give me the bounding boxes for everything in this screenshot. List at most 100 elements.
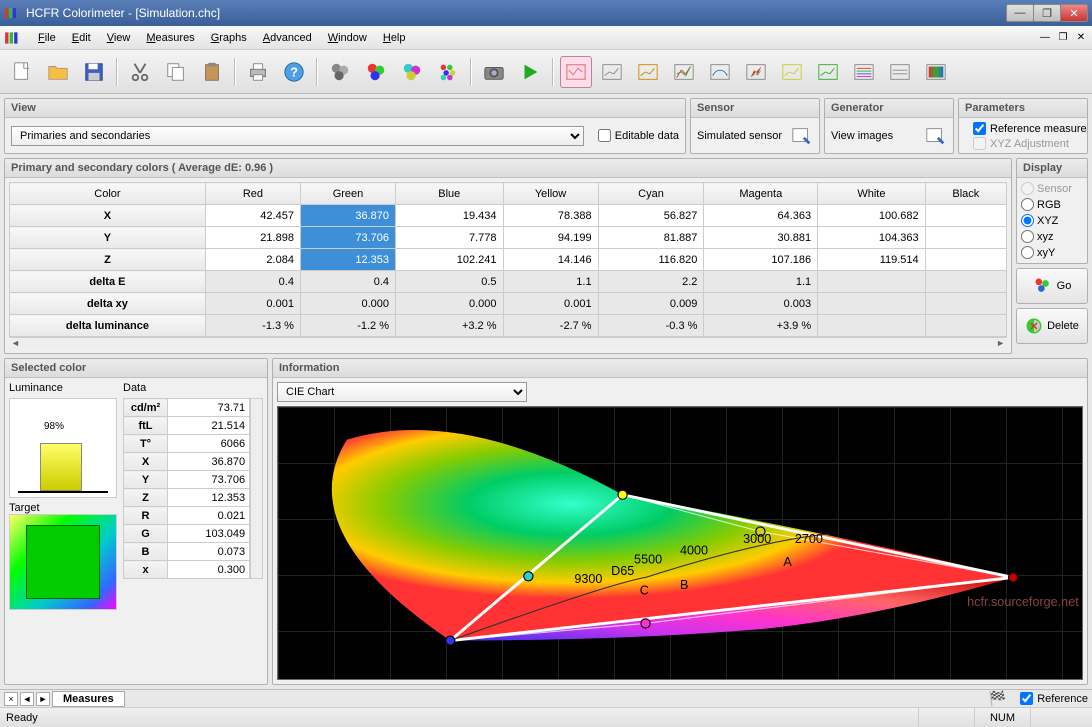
chart-btn-5[interactable] xyxy=(704,56,736,88)
sc-cell[interactable]: 6066 xyxy=(168,435,250,453)
col-header[interactable]: Cyan xyxy=(598,183,704,205)
chart-btn-7[interactable] xyxy=(776,56,808,88)
table-cell[interactable]: 78.388 xyxy=(503,205,598,227)
chart-btn-4[interactable] xyxy=(668,56,700,88)
menu-edit[interactable]: Edit xyxy=(64,30,99,46)
table-cell[interactable]: 100.682 xyxy=(818,205,926,227)
row-header[interactable]: delta luminance xyxy=(10,315,206,337)
sc-cell[interactable]: Y xyxy=(124,471,168,489)
maximize-button[interactable]: ❐ xyxy=(1033,4,1061,22)
table-hscroll[interactable]: ◄► xyxy=(9,337,1007,349)
table-cell[interactable] xyxy=(818,315,926,337)
table-cell[interactable]: 119.514 xyxy=(818,249,926,271)
xyz-adjustment-checkbox[interactable]: XYZ Adjustment xyxy=(973,137,1069,150)
sc-cell[interactable]: X xyxy=(124,453,168,471)
col-header[interactable]: Yellow xyxy=(503,183,598,205)
paste-button[interactable] xyxy=(196,56,228,88)
table-cell[interactable]: 64.363 xyxy=(704,205,818,227)
table-cell[interactable] xyxy=(925,227,1006,249)
chart-btn-10[interactable] xyxy=(884,56,916,88)
delete-button[interactable]: Delete xyxy=(1016,308,1088,344)
mdi-minimize[interactable]: — xyxy=(1038,31,1052,45)
cut-button[interactable] xyxy=(124,56,156,88)
sc-cell[interactable]: 73.706 xyxy=(168,471,250,489)
new-button[interactable] xyxy=(6,56,38,88)
table-cell[interactable]: 2.2 xyxy=(598,271,704,293)
table-cell[interactable]: -0.3 % xyxy=(598,315,704,337)
col-header[interactable]: Green xyxy=(300,183,395,205)
sc-cell[interactable]: x xyxy=(124,561,168,579)
table-cell[interactable]: 102.241 xyxy=(396,249,504,271)
chart-btn-1[interactable] xyxy=(560,56,592,88)
sc-cell[interactable]: cd/m² xyxy=(124,399,168,417)
table-cell[interactable]: 1.1 xyxy=(503,271,598,293)
sc-cell[interactable]: Z xyxy=(124,489,168,507)
col-header[interactable]: Black xyxy=(925,183,1006,205)
col-header[interactable]: Blue xyxy=(396,183,504,205)
table-cell[interactable]: 0.001 xyxy=(503,293,598,315)
display-radio-xyz[interactable]: xyz xyxy=(1021,230,1054,243)
table-cell[interactable]: +3.2 % xyxy=(396,315,504,337)
sc-cell[interactable]: G xyxy=(124,525,168,543)
chart-btn-9[interactable] xyxy=(848,56,880,88)
row-header[interactable]: Y xyxy=(10,227,206,249)
table-cell[interactable]: 12.353 xyxy=(300,249,395,271)
row-header[interactable]: delta E xyxy=(10,271,206,293)
table-cell[interactable]: 30.881 xyxy=(704,227,818,249)
table-cell[interactable]: 36.870 xyxy=(300,205,395,227)
menu-advanced[interactable]: Advanced xyxy=(255,30,320,46)
open-button[interactable] xyxy=(42,56,74,88)
table-cell[interactable]: 0.000 xyxy=(300,293,395,315)
tab-next[interactable]: ► xyxy=(36,692,50,706)
table-cell[interactable]: 19.434 xyxy=(396,205,504,227)
sc-cell[interactable]: T° xyxy=(124,435,168,453)
table-cell[interactable]: 107.186 xyxy=(704,249,818,271)
table-cell[interactable]: 42.457 xyxy=(205,205,300,227)
sc-cell[interactable]: 103.049 xyxy=(168,525,250,543)
table-cell[interactable]: 0.000 xyxy=(396,293,504,315)
tab-close[interactable]: × xyxy=(4,692,18,706)
col-header[interactable]: Color xyxy=(10,183,206,205)
cmy-spheres-icon[interactable] xyxy=(396,56,428,88)
col-header[interactable]: White xyxy=(818,183,926,205)
table-cell[interactable] xyxy=(925,315,1006,337)
sc-cell[interactable]: 0.073 xyxy=(168,543,250,561)
row-header[interactable]: Z xyxy=(10,249,206,271)
sc-cell[interactable]: 12.353 xyxy=(168,489,250,507)
sc-cell[interactable]: 0.021 xyxy=(168,507,250,525)
menu-measures[interactable]: Measures xyxy=(138,30,202,46)
table-cell[interactable]: 0.5 xyxy=(396,271,504,293)
rgb-spheres-icon[interactable] xyxy=(360,56,392,88)
chart-btn-6[interactable] xyxy=(740,56,772,88)
table-cell[interactable]: 14.146 xyxy=(503,249,598,271)
table-cell[interactable]: 104.363 xyxy=(818,227,926,249)
sc-cell[interactable]: ftL xyxy=(124,417,168,435)
table-cell[interactable]: 73.706 xyxy=(300,227,395,249)
table-cell[interactable]: 94.199 xyxy=(503,227,598,249)
display-radio-rgb[interactable]: RGB xyxy=(1021,198,1061,211)
display-radio-xyz[interactable]: XYZ xyxy=(1021,214,1058,227)
row-header[interactable]: X xyxy=(10,205,206,227)
minimize-button[interactable]: — xyxy=(1006,4,1034,22)
print-button[interactable] xyxy=(242,56,274,88)
camera-button[interactable] xyxy=(478,56,510,88)
table-cell[interactable]: 0.4 xyxy=(205,271,300,293)
tab-measures[interactable]: Measures xyxy=(52,691,125,707)
table-cell[interactable] xyxy=(925,249,1006,271)
mdi-restore[interactable]: ❐ xyxy=(1056,31,1070,45)
sc-cell[interactable]: 0.300 xyxy=(168,561,250,579)
menu-file[interactable]: File xyxy=(30,30,64,46)
selected-data-vscroll[interactable] xyxy=(250,398,263,579)
view-dropdown[interactable]: Primaries and secondaries xyxy=(11,126,584,146)
table-cell[interactable]: 0.4 xyxy=(300,271,395,293)
menu-help[interactable]: Help xyxy=(375,30,414,46)
help-button[interactable]: ? xyxy=(278,56,310,88)
row-header[interactable]: delta xy xyxy=(10,293,206,315)
table-cell[interactable]: -1.2 % xyxy=(300,315,395,337)
menu-view[interactable]: View xyxy=(99,30,139,46)
table-cell[interactable]: 1.1 xyxy=(704,271,818,293)
col-header[interactable]: Magenta xyxy=(704,183,818,205)
chart-btn-2[interactable] xyxy=(596,56,628,88)
mdi-close[interactable]: ✕ xyxy=(1074,31,1088,45)
editable-data-checkbox[interactable]: Editable data xyxy=(598,129,679,142)
